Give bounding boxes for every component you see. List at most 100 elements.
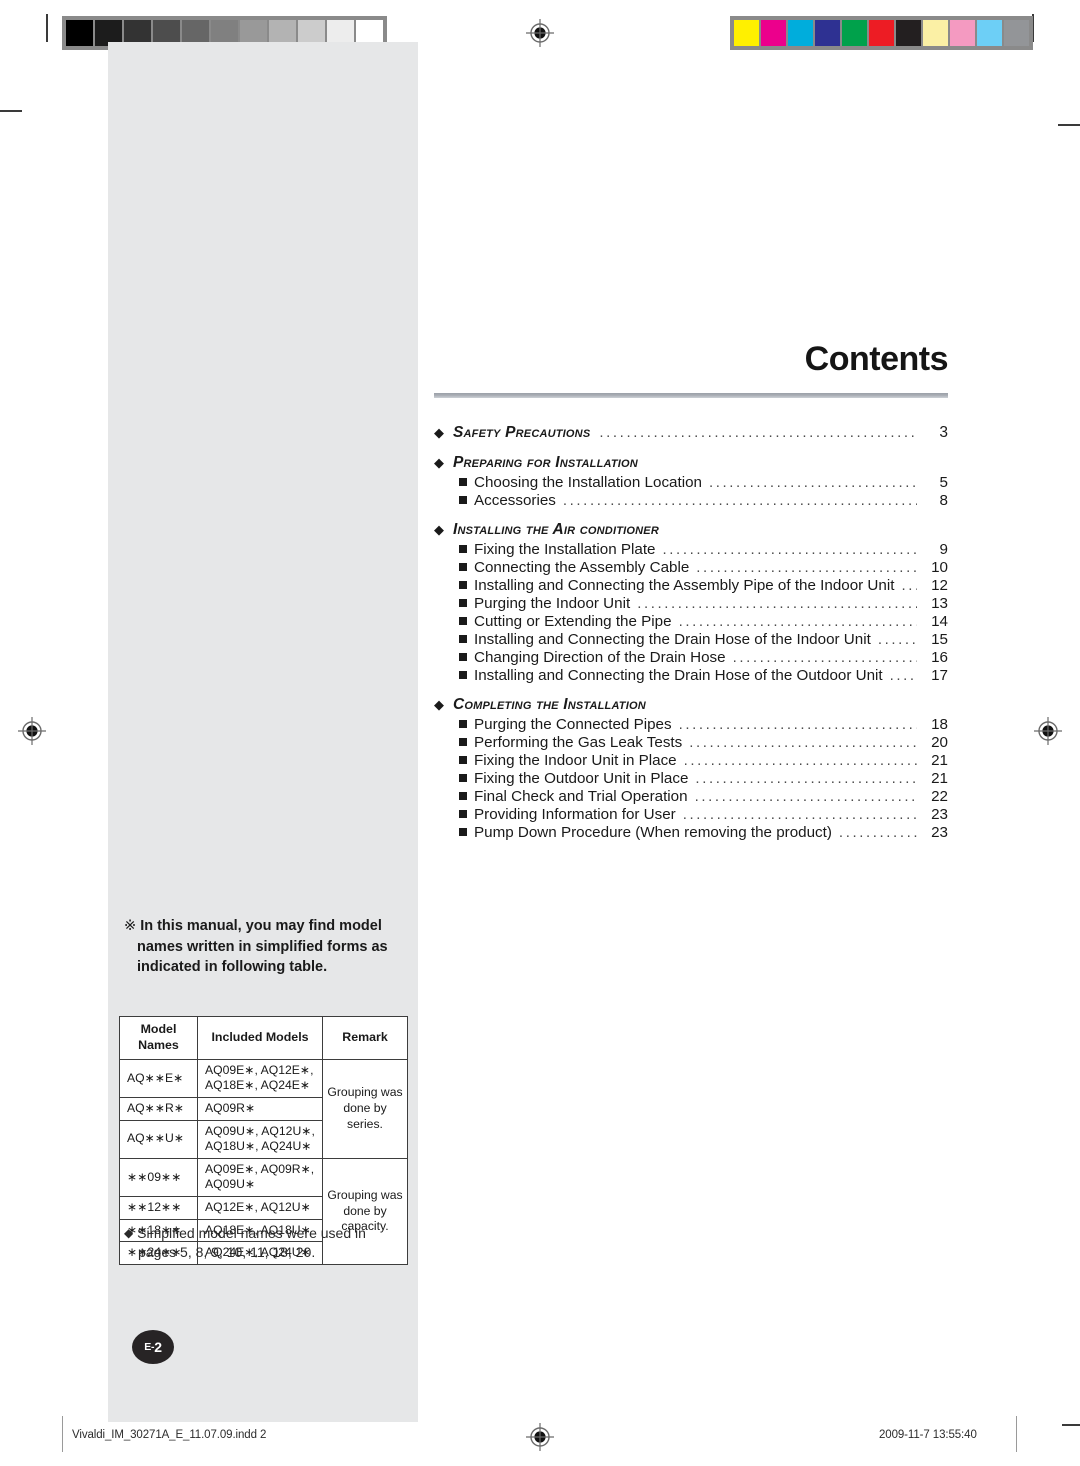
footnote-line-1: Simplfied model names were used in — [137, 1225, 366, 1241]
square-bullet-icon — [459, 653, 467, 661]
toc-entry-label: Fixing the Outdoor Unit in Place — [474, 770, 689, 787]
table-row: AQ∗∗E∗ AQ09E∗, AQ12E∗, AQ18E∗, AQ24E∗ Group… — [119, 1058, 408, 1159]
side-panel: ※ In this manual, you may find model nam… — [108, 42, 418, 1422]
registration-mark-top — [526, 19, 554, 47]
footer-divider-left — [62, 1416, 63, 1452]
color-patch-4 — [842, 20, 867, 46]
toc-entry[interactable]: Cutting or Extending the Pipe...........… — [434, 613, 948, 630]
toc-page-number: 14 — [931, 613, 948, 630]
leader-dots: ........................................… — [662, 541, 917, 558]
toc-section-label: Installing the Air conditioner — [453, 521, 659, 538]
toc-section-label: Completing the Installation — [453, 696, 646, 713]
toc-entry[interactable]: Fixing the Indoor Unit in Place.........… — [434, 752, 948, 769]
square-bullet-icon — [459, 671, 467, 679]
toc-entry[interactable]: Fixing the Installation Plate...........… — [434, 541, 948, 558]
diamond-bullet-icon: ◆ — [434, 522, 444, 537]
toc-section-heading[interactable]: ◆ Preparing for Installation — [434, 454, 948, 472]
toc-entry[interactable]: Installing and Connecting the Drain Hose… — [434, 667, 948, 684]
leader-dots: ........................................… — [838, 824, 917, 841]
toc-section-label: Safety Precautions — [453, 424, 591, 441]
toc-entry[interactable]: Accessories.............................… — [434, 492, 948, 509]
note-line-2: names written in simplified forms as — [137, 938, 388, 955]
toc-entry[interactable]: Changing Direction of the Drain Hose....… — [434, 649, 948, 666]
toc-section-heading[interactable]: ◆ Installing the Air conditioner — [434, 521, 948, 539]
toc-section-label: Preparing for Installation — [453, 454, 638, 471]
toc-page-number: 23 — [931, 824, 948, 841]
leader-dots: ........................................… — [599, 424, 917, 441]
crop-mark-left-mid-h — [0, 110, 22, 112]
diamond-bullet-icon: ◆ — [434, 455, 444, 470]
toc-entry[interactable]: Installing and Connecting the Drain Hose… — [434, 631, 948, 648]
toc-entry-label: Accessories — [474, 492, 556, 509]
toc-page-number: 8 — [939, 492, 948, 509]
toc-section-heading[interactable]: ◆ Safety Precautions.....................… — [434, 424, 948, 442]
color-patch-0 — [734, 20, 759, 46]
page-badge-number: 2 — [154, 1339, 162, 1355]
diamond-bullet-icon: ◆ — [434, 425, 444, 440]
toc-entry[interactable]: Purging the Connected Pipes.............… — [434, 716, 948, 733]
toc-entry-label: Installing and Connecting the Drain Hose… — [474, 667, 883, 684]
footer-timestamp: 2009-11-7 13:55:40 — [879, 1429, 977, 1441]
cell-included-models: AQ09E∗, AQ09R∗, AQ09U∗ — [197, 1157, 323, 1198]
square-bullet-icon — [459, 599, 467, 607]
leader-dots: ........................................… — [562, 492, 917, 509]
page-number-badge: E- 2 — [132, 1330, 174, 1364]
column-header-included-models: Included Models — [197, 1016, 323, 1060]
toc-page-number: 3 — [939, 424, 948, 441]
square-bullet-icon — [459, 617, 467, 625]
toc-entry[interactable]: Final Check and Trial Operation.........… — [434, 788, 948, 805]
crop-mark-right-low-h — [1062, 1424, 1080, 1426]
title-divider — [434, 393, 948, 398]
square-bullet-icon — [459, 720, 467, 728]
leader-dots: ........................................… — [689, 734, 917, 751]
color-patch-2 — [788, 20, 813, 46]
toc-entry-label: Providing Information for User — [474, 806, 676, 823]
model-names-footnote: ◆ Simplfied model names were used in pag… — [124, 1224, 404, 1263]
color-patch-7 — [923, 20, 948, 46]
toc-page-number: 16 — [931, 649, 948, 666]
color-patch-8 — [950, 20, 975, 46]
square-bullet-icon — [459, 810, 467, 818]
square-bullet-icon — [459, 792, 467, 800]
toc-page-number: 23 — [931, 806, 948, 823]
color-patch-3 — [815, 20, 840, 46]
crop-mark-top-left-v — [46, 14, 48, 42]
square-bullet-icon — [459, 581, 467, 589]
toc-page-number: 18 — [931, 716, 948, 733]
leader-dots: ........................................… — [696, 559, 917, 576]
toc-page-number: 15 — [931, 631, 948, 648]
page-title: Contents — [804, 340, 949, 378]
toc-entry-label: Purging the Connected Pipes — [474, 716, 672, 733]
toc-entry-label: Changing Direction of the Drain Hose — [474, 649, 726, 666]
cell-included-models: AQ09R∗ — [197, 1096, 323, 1121]
toc-entry-label: Purging the Indoor Unit — [474, 595, 631, 612]
square-bullet-icon — [459, 496, 467, 504]
toc-page-number: 9 — [939, 541, 948, 558]
toc-entry-label: Final Check and Trial Operation — [474, 788, 688, 805]
footer-filename: Vivaldi_IM_30271A_E_11.07.09.indd 2 — [72, 1429, 267, 1441]
toc-page-number: 17 — [931, 667, 948, 684]
reference-mark-icon: ※ — [124, 918, 137, 934]
leader-dots: ........................................… — [694, 788, 917, 805]
table-row: ∗∗09∗∗ AQ09E∗, AQ09R∗, AQ09U∗ Grouping was … — [119, 1157, 408, 1265]
gray-patch-0 — [66, 20, 93, 46]
toc-entry[interactable]: Choosing the Installation Location......… — [434, 474, 948, 491]
toc-page-number: 12 — [931, 577, 948, 594]
toc-entry[interactable]: Purging the Indoor Unit.................… — [434, 595, 948, 612]
toc-entry-label: Cutting or Extending the Pipe — [474, 613, 672, 630]
toc-entry[interactable]: Performing the Gas Leak Tests...........… — [434, 734, 948, 751]
toc-section-heading[interactable]: ◆ Completing the Installation — [434, 696, 948, 714]
toc-entry[interactable]: Providing Information for User..........… — [434, 806, 948, 823]
toc-page-number: 20 — [931, 734, 948, 751]
footer-divider-right — [1016, 1416, 1017, 1452]
toc-entry[interactable]: Pump Down Procedure (When removing the p… — [434, 824, 948, 841]
toc-page-number: 22 — [931, 788, 948, 805]
toc-entry[interactable]: Fixing the Outdoor Unit in Place........… — [434, 770, 948, 787]
leader-dots: ........................................… — [683, 752, 917, 769]
toc-entry[interactable]: Installing and Connecting the Assembly P… — [434, 577, 948, 594]
toc-entry[interactable]: Connecting the Assembly Cable...........… — [434, 559, 948, 576]
table-header-row: Model Names Included Models Remark — [119, 1016, 408, 1060]
registration-mark-right — [1034, 717, 1062, 745]
table-of-contents-list: ◆ Safety Precautions.....................… — [434, 424, 948, 841]
toc-entry-label: Choosing the Installation Location — [474, 474, 702, 491]
